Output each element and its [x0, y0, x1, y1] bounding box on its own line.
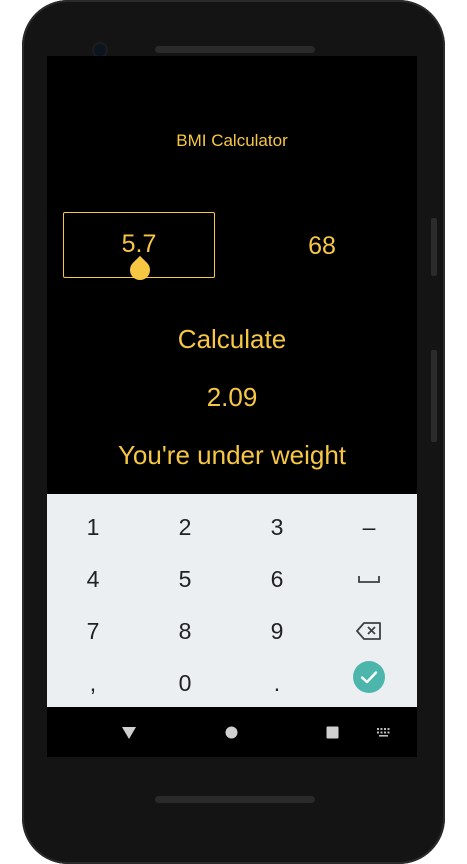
navigation-bar [47, 707, 417, 757]
key-2[interactable]: 2 [139, 501, 231, 553]
phone-screen: BMI Calculator 5.7 68 Calculate 2.09 You… [47, 56, 417, 757]
recents-square-icon [326, 726, 338, 738]
result-message: You're under weight [117, 440, 347, 470]
key-5[interactable]: 5 [139, 553, 231, 605]
top-speaker [155, 46, 315, 53]
height-input[interactable]: 5.7 [63, 212, 215, 285]
key-period[interactable]: . [231, 657, 323, 709]
numeric-keyboard: 1 2 3 – 4 5 6 7 8 9 , 0 . [47, 494, 417, 707]
calculate-button[interactable]: Calculate [47, 324, 417, 355]
nav-recents-button[interactable] [322, 722, 342, 742]
key-7[interactable]: 7 [47, 605, 139, 657]
bottom-speaker [155, 796, 315, 803]
app-title: BMI Calculator [176, 131, 288, 150]
keyboard-switch-icon [376, 727, 389, 737]
backspace-icon [356, 622, 381, 640]
key-9[interactable]: 9 [231, 605, 323, 657]
nav-keyboard-switch-button[interactable] [373, 722, 393, 742]
key-comma[interactable]: , [47, 657, 139, 709]
nav-home-button[interactable] [221, 722, 241, 742]
key-dash[interactable]: – [323, 501, 415, 553]
bmi-result: 2.09 [206, 382, 258, 412]
key-3[interactable]: 3 [231, 501, 323, 553]
nav-back-button[interactable] [119, 723, 139, 743]
key-space[interactable] [323, 553, 415, 605]
key-4[interactable]: 4 [47, 553, 139, 605]
key-done[interactable] [323, 651, 415, 703]
key-backspace[interactable] [323, 605, 415, 657]
space-bar-icon [358, 576, 380, 583]
weight-input[interactable]: 68 [277, 232, 367, 261]
power-button [431, 350, 437, 442]
front-camera [94, 44, 106, 56]
volume-button [431, 218, 437, 276]
checkmark-icon [353, 661, 385, 693]
key-0[interactable]: 0 [139, 657, 231, 709]
home-circle-icon [225, 726, 237, 738]
text-cursor-handle[interactable] [125, 255, 155, 285]
key-6[interactable]: 6 [231, 553, 323, 605]
key-8[interactable]: 8 [139, 605, 231, 657]
key-1[interactable]: 1 [47, 501, 139, 553]
back-triangle-icon [122, 727, 136, 739]
height-input-value[interactable]: 5.7 [64, 230, 214, 259]
